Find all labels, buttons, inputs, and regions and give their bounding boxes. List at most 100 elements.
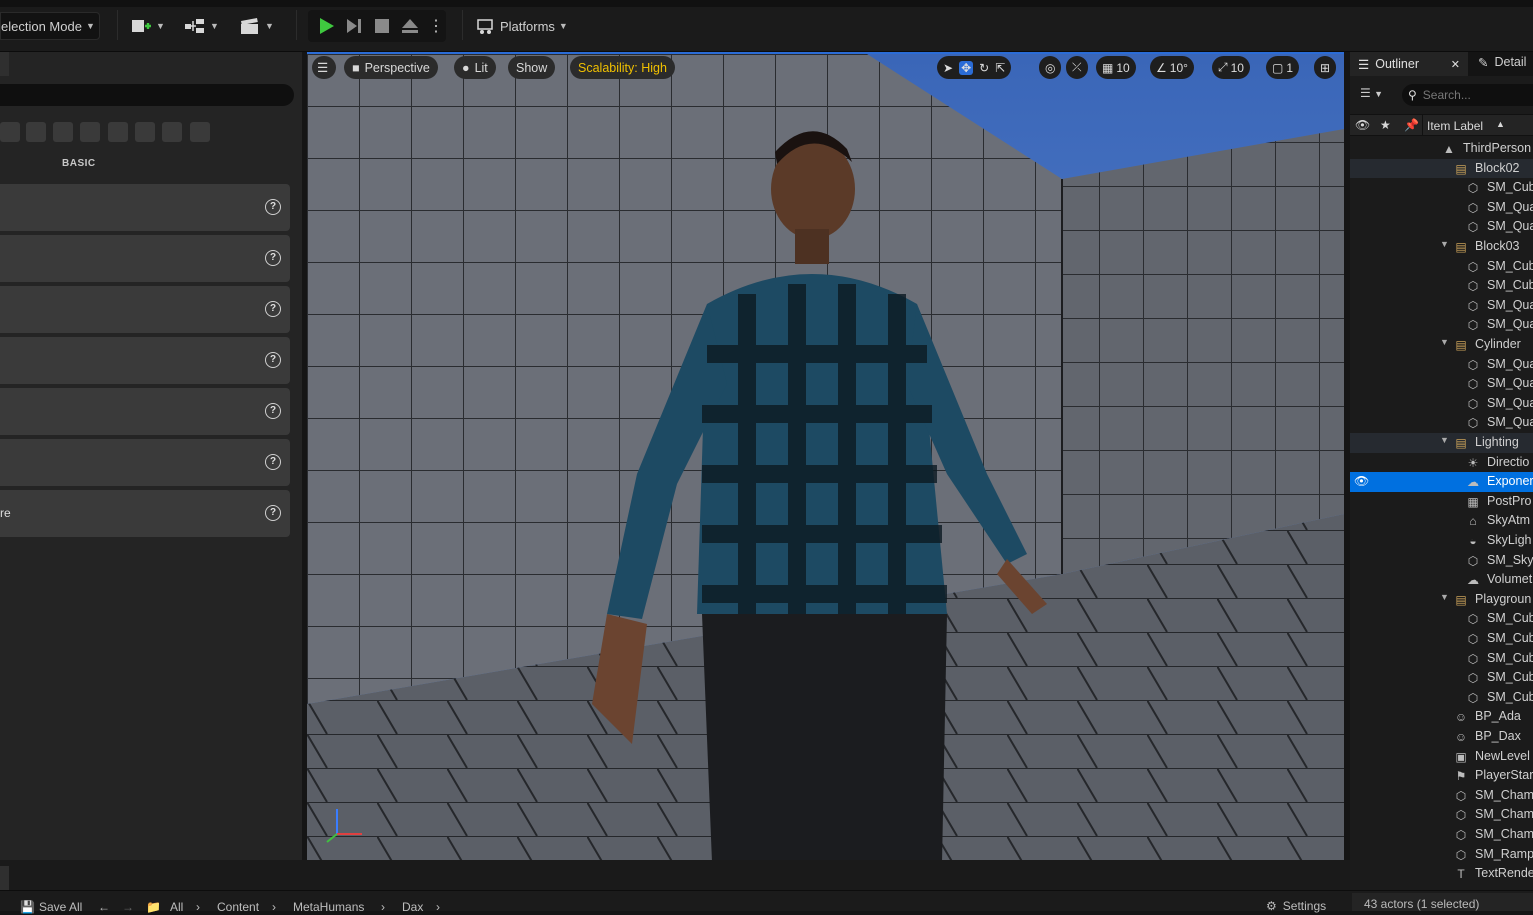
outliner-actor-row[interactable]: ⬡ SM_Qua (1350, 198, 1533, 218)
close-icon[interactable]: ✕ (1451, 58, 1460, 71)
outliner-folder-row[interactable]: ▼ ▤ Lighting (1350, 433, 1533, 453)
outliner-actor-row[interactable]: ▲ ThirdPerson (1350, 139, 1533, 159)
help-icon[interactable]: ? (265, 454, 281, 470)
panel-tab[interactable] (0, 52, 9, 76)
scale-icon[interactable]: ⇱ (995, 61, 1005, 75)
breadcrumb-content[interactable]: Content (217, 900, 259, 914)
surface-snap-toggle[interactable]: ⤫ (1066, 56, 1088, 79)
add-actor-button[interactable]: ▼ (130, 12, 165, 40)
visual-effects-icon[interactable] (108, 122, 128, 142)
outliner-actor-row[interactable]: ⬡ SM_Cham (1350, 805, 1533, 825)
outliner-actor-row[interactable]: ⬡ SM_Cham (1350, 825, 1533, 845)
place-actor-item[interactable]: ? (0, 439, 290, 486)
breadcrumb-dax[interactable]: Dax (402, 900, 423, 914)
outliner-actor-row[interactable]: ⬡ SM_Ramp (1350, 845, 1533, 865)
play-icon[interactable] (316, 16, 336, 36)
outliner-folder-row[interactable]: ▤ Block02 (1350, 158, 1533, 179)
visibility-eye-icon[interactable]: 👁 (1354, 474, 1369, 488)
show-button[interactable]: Show (508, 56, 556, 79)
grid-snap-control[interactable]: ▦ 10 (1096, 56, 1136, 79)
help-icon[interactable]: ? (265, 250, 281, 266)
outliner-folder-row[interactable]: ▼ ▤ Cylinder (1350, 335, 1533, 355)
eject-icon[interactable] (400, 16, 420, 36)
outliner-actor-row[interactable]: ☺ BP_Dax (1350, 727, 1533, 747)
star-column-icon[interactable]: ★ (1380, 118, 1391, 132)
all-classes-icon[interactable] (190, 122, 210, 142)
lightbulb-icon[interactable] (0, 122, 20, 142)
outliner-folder-row[interactable]: ▼ ▤ Playgroun (1350, 590, 1533, 610)
outliner-actor-row[interactable]: ⬡ SM_Qua (1350, 315, 1533, 335)
item-label-column[interactable]: Item Label (1427, 119, 1483, 133)
forward-icon[interactable]: → (122, 900, 134, 914)
rotation-snap-control[interactable]: ∠ 10° (1150, 56, 1194, 79)
breadcrumb-metahumans[interactable]: MetaHumans (293, 900, 364, 914)
outliner-actor-row[interactable]: T TextRende (1350, 864, 1533, 884)
clapperboard-category-icon[interactable] (26, 122, 46, 142)
level-viewport[interactable] (307, 52, 1344, 860)
move-icon[interactable]: ✥ (959, 60, 974, 75)
outliner-actor-row[interactable]: 👁 ☁ Exponer (1350, 472, 1533, 492)
stop-icon[interactable] (372, 16, 392, 36)
outliner-search-input[interactable]: ⚲ Search... (1402, 84, 1533, 106)
select-icon[interactable]: ➤ (943, 61, 953, 75)
outliner-actor-row[interactable]: ⬡ SM_Cub (1350, 688, 1533, 708)
help-icon[interactable]: ? (265, 403, 281, 419)
breadcrumb-all[interactable]: All (170, 900, 183, 914)
outliner-actor-row[interactable]: ⬡ SM_Cub (1350, 649, 1533, 669)
outliner-actor-row[interactable]: ☁ Volumet (1350, 570, 1533, 590)
outliner-actor-row[interactable]: ⬡ SM_Qua (1350, 413, 1533, 433)
tab-details[interactable]: ✎ Detail (1478, 55, 1526, 70)
visibility-column-icon[interactable]: 👁 (1355, 118, 1370, 132)
pin-column-icon[interactable]: 📌 (1404, 118, 1419, 132)
outliner-actor-row[interactable]: ⬡ SM_Cham (1350, 786, 1533, 806)
rotate-icon[interactable]: ↻ (979, 61, 989, 75)
save-all-button[interactable]: 💾 Save All (20, 900, 82, 914)
place-actor-item[interactable]: ? (0, 286, 290, 333)
expand-arrow-icon[interactable]: ▼ (1440, 239, 1449, 249)
place-actors-search-input[interactable] (0, 84, 294, 106)
scale-snap-control[interactable]: ⤢ 10 (1212, 56, 1250, 79)
scalability-button[interactable]: Scalability: High (570, 56, 675, 79)
platforms-dropdown[interactable]: Platforms ▼ (476, 12, 568, 40)
outliner-actor-row[interactable]: ☀ Directio (1350, 453, 1533, 473)
outliner-actor-row[interactable]: ⬡ SM_Qua (1350, 394, 1533, 414)
outliner-actor-row[interactable]: ⬡ SM_Cub (1350, 178, 1533, 198)
place-actor-item[interactable]: ? (0, 388, 290, 435)
expand-arrow-icon[interactable]: ▼ (1440, 592, 1449, 602)
help-icon[interactable]: ? (265, 199, 281, 215)
volumes-icon[interactable] (162, 122, 182, 142)
place-actor-item[interactable]: re? (0, 490, 290, 537)
drawer-tab[interactable] (0, 866, 9, 890)
filter-dropdown[interactable]: ☰ ▼ (1360, 86, 1383, 100)
camera-speed-control[interactable]: ▢ 1 (1266, 56, 1300, 79)
outliner-actor-row[interactable]: ⬡ SM_Qua (1350, 355, 1533, 375)
outliner-actor-row[interactable]: ◒ SkyLigh (1350, 531, 1533, 551)
outliner-actor-row[interactable]: ▦ PostPro (1350, 492, 1533, 512)
outliner-actor-row[interactable]: ⚑ PlayerStar (1350, 766, 1533, 786)
viewport-layout-button[interactable]: ⊞ (1314, 56, 1337, 79)
place-actor-item[interactable]: ? (0, 337, 290, 384)
view-mode-button[interactable]: ● Lit (454, 56, 496, 79)
outliner-actor-row[interactable]: ☺ BP_Ada (1350, 707, 1533, 727)
outliner-actor-row[interactable]: ⬡ SM_Cub (1350, 257, 1533, 277)
viewport-menu-button[interactable]: ☰ (312, 56, 336, 79)
help-icon[interactable]: ? (265, 301, 281, 317)
cinematics-button[interactable]: ▼ (239, 12, 274, 40)
selection-mode-dropdown[interactable]: election Mode ▼ (0, 12, 100, 40)
more-options-icon[interactable]: ⋮ (428, 16, 444, 36)
media-category-icon[interactable] (80, 122, 100, 142)
help-icon[interactable]: ? (265, 352, 281, 368)
outliner-actor-row[interactable]: ⬡ SM_Qua (1350, 374, 1533, 394)
shield-category-icon[interactable] (53, 122, 73, 142)
outliner-actor-row[interactable]: ⬡ SM_Sky (1350, 551, 1533, 571)
outliner-actor-row[interactable]: ▣ NewLevel (1350, 747, 1533, 767)
outliner-actor-row[interactable]: ⬡ SM_Qua (1350, 296, 1533, 316)
place-actor-item[interactable]: ? (0, 235, 290, 282)
expand-arrow-icon[interactable]: ▼ (1440, 435, 1449, 445)
geometry-icon[interactable] (135, 122, 155, 142)
tab-outliner[interactable]: ☰ Outliner ✕ (1350, 52, 1468, 76)
advance-frame-icon[interactable] (344, 16, 364, 36)
perspective-button[interactable]: ■ Perspective (344, 56, 438, 79)
expand-arrow-icon[interactable]: ▼ (1440, 337, 1449, 347)
outliner-folder-row[interactable]: ▼ ▤ Block03 (1350, 237, 1533, 257)
